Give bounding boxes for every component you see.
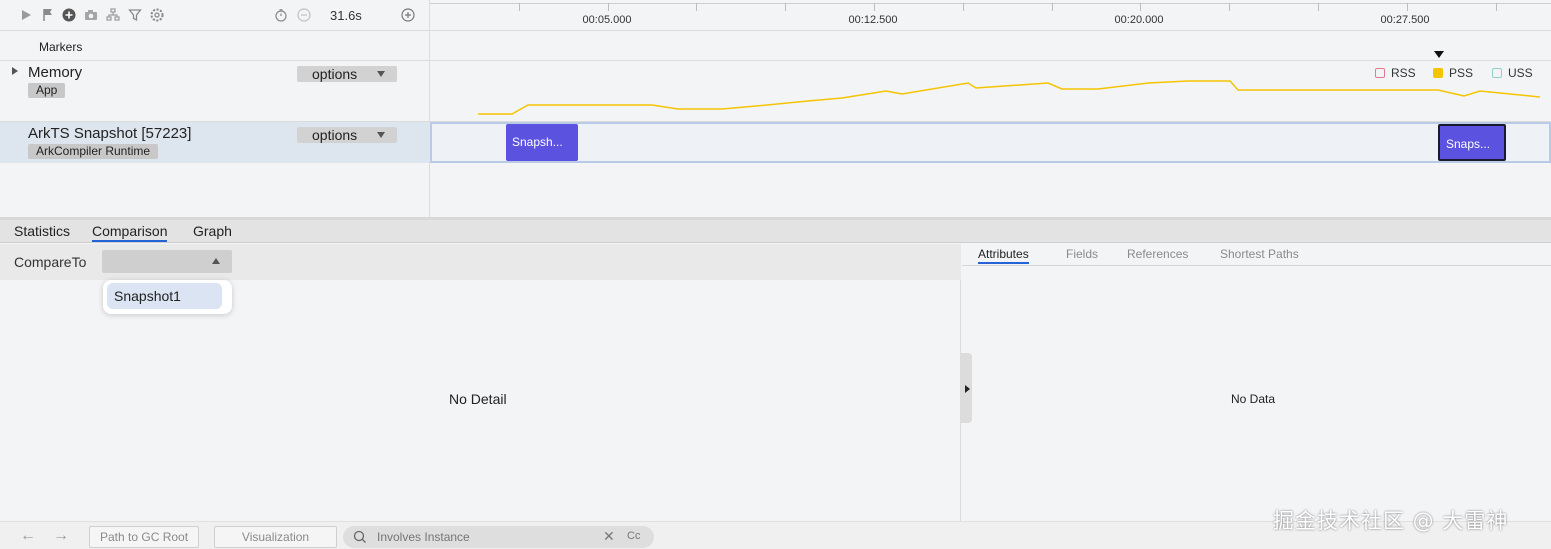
arkts-row-track[interactable] bbox=[430, 122, 1551, 163]
tab-shortest-paths[interactable]: Shortest Paths bbox=[1220, 247, 1299, 261]
snapshot-block-selected[interactable]: Snaps... bbox=[1438, 124, 1506, 161]
compare-bar: CompareTo bbox=[0, 244, 961, 280]
uss-checkbox-icon bbox=[1492, 68, 1502, 78]
path-to-gc-root-button[interactable]: Path to GC Root bbox=[89, 526, 200, 548]
markers-label: Markers bbox=[39, 40, 83, 54]
memory-title: Memory bbox=[28, 64, 83, 81]
ruler-tick bbox=[1052, 3, 1053, 11]
markers-row: Markers bbox=[0, 31, 1551, 61]
legend-pss[interactable]: PSS bbox=[1433, 66, 1473, 80]
ruler-baseline bbox=[430, 3, 1551, 4]
ruler-label: 00:12.500 bbox=[848, 14, 898, 26]
play-icon[interactable] bbox=[18, 7, 34, 23]
add-circle-icon[interactable] bbox=[61, 7, 77, 23]
snapshot-block[interactable]: Snapsh... bbox=[506, 124, 578, 161]
legend-uss-label: USS bbox=[1508, 66, 1533, 80]
caret-down-icon bbox=[377, 132, 385, 138]
rss-checkbox-icon bbox=[1375, 68, 1385, 78]
legend-rss[interactable]: RSS bbox=[1375, 66, 1416, 80]
details-panel: Attributes Fields References Shortest Pa… bbox=[962, 244, 1551, 521]
tab-graph[interactable]: Graph bbox=[193, 223, 232, 239]
compare-to-select[interactable] bbox=[102, 250, 232, 273]
pss-checkbox-icon bbox=[1433, 68, 1443, 78]
search-icon bbox=[352, 529, 368, 545]
clear-icon[interactable]: ✕ bbox=[603, 528, 615, 545]
dropdown-option-snapshot1[interactable]: Snapshot1 bbox=[107, 283, 222, 309]
ruler-label: 00:20.000 bbox=[1114, 14, 1164, 26]
details-tab-bar: Attributes Fields References Shortest Pa… bbox=[962, 244, 1551, 266]
camera-icon[interactable] bbox=[83, 7, 99, 23]
forward-arrow-icon[interactable]: → bbox=[53, 527, 69, 545]
legend-pss-label: PSS bbox=[1449, 66, 1474, 80]
ruler-tick bbox=[1407, 3, 1408, 11]
caret-up-icon bbox=[212, 258, 220, 264]
ruler-tick bbox=[696, 3, 697, 11]
bottom-tab-bar: Statistics Comparison Graph bbox=[0, 220, 1551, 243]
arkts-title: ArkTS Snapshot [57223] bbox=[28, 125, 192, 142]
tab-statistics[interactable]: Statistics bbox=[14, 223, 70, 239]
arkts-snapshot-row[interactable]: ArkTS Snapshot [57223] ArkCompiler Runti… bbox=[0, 122, 1551, 163]
ruler-tick bbox=[785, 3, 786, 11]
no-detail-text: No Detail bbox=[449, 391, 507, 407]
ruler-tick bbox=[1496, 3, 1497, 11]
memory-row[interactable]: Memory App options bbox=[0, 61, 1551, 122]
ruler-label: 00:05.000 bbox=[582, 14, 632, 26]
arkts-options-button[interactable]: options bbox=[297, 127, 397, 143]
expand-icon[interactable] bbox=[12, 67, 18, 75]
tree-icon[interactable] bbox=[105, 7, 121, 23]
legend-rss-label: RSS bbox=[1391, 66, 1416, 80]
settings-icon[interactable] bbox=[149, 7, 165, 23]
flag-icon[interactable] bbox=[40, 7, 56, 23]
zoom-out-icon[interactable] bbox=[296, 7, 312, 23]
memory-options-button[interactable]: options bbox=[297, 66, 397, 82]
ruler-tick bbox=[963, 3, 964, 11]
filter-icon[interactable] bbox=[127, 7, 143, 23]
timer-icon[interactable] bbox=[273, 7, 289, 23]
ruler-label: 00:27.500 bbox=[1380, 14, 1430, 26]
watermark: 掘金技术社区 @ 大雷神 bbox=[1273, 509, 1509, 533]
options-label: options bbox=[312, 127, 358, 143]
memory-chip: App bbox=[28, 83, 66, 98]
side-panel-handle[interactable] bbox=[961, 353, 972, 423]
caret-down-icon bbox=[377, 71, 385, 77]
case-sensitive-toggle[interactable]: Cc bbox=[627, 530, 640, 542]
ruler-tick bbox=[1229, 3, 1230, 11]
ruler-tick bbox=[1318, 3, 1319, 11]
tab-comparison[interactable]: Comparison bbox=[92, 223, 168, 242]
ruler-tick bbox=[1140, 3, 1141, 11]
legend-uss[interactable]: USS bbox=[1492, 66, 1533, 80]
options-label: options bbox=[312, 66, 358, 82]
timeline-toolbar: 31.6s bbox=[0, 0, 430, 31]
ruler-tick bbox=[519, 3, 520, 11]
ruler-tick bbox=[608, 3, 609, 11]
tab-references[interactable]: References bbox=[1127, 247, 1188, 261]
tab-attributes[interactable]: Attributes bbox=[978, 247, 1029, 264]
duration-label: 31.6s bbox=[330, 8, 362, 23]
back-arrow-icon[interactable]: ← bbox=[20, 527, 36, 545]
compare-dropdown: Snapshot1 bbox=[103, 280, 232, 314]
search-box: ✕ Cc bbox=[343, 526, 654, 548]
timeline-panel: 31.6s 00:05.000 00:12.500 00:20.000 00:2… bbox=[0, 0, 1551, 217]
time-ruler[interactable]: 00:05.000 00:12.500 00:20.000 00:27.500 bbox=[430, 0, 1551, 31]
search-input[interactable] bbox=[377, 529, 597, 545]
no-data-text: No Data bbox=[1231, 392, 1276, 406]
ruler-tick bbox=[874, 3, 875, 11]
expand-right-icon bbox=[965, 385, 970, 393]
pss-pin-marker-icon bbox=[1434, 51, 1444, 58]
visualization-button[interactable]: Visualization bbox=[214, 526, 337, 548]
compare-to-label: CompareTo bbox=[14, 254, 87, 270]
arkts-chip: ArkCompiler Runtime bbox=[28, 144, 159, 159]
zoom-in-icon[interactable] bbox=[400, 7, 416, 23]
tab-fields[interactable]: Fields bbox=[1066, 247, 1098, 261]
